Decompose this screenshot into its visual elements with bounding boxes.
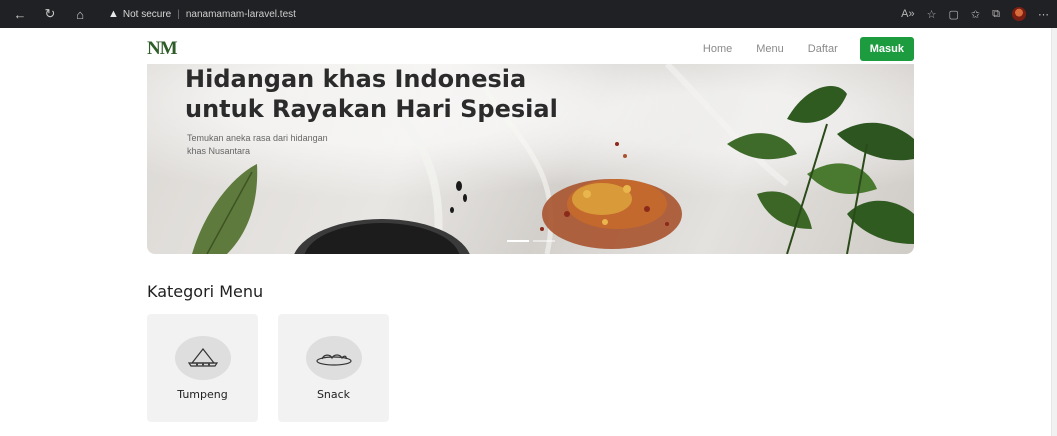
read-aloud-icon[interactable]: A» bbox=[901, 8, 914, 20]
hero-title: Hidangan khas Indonesia untuk Rayakan Ha… bbox=[185, 64, 615, 124]
page-scrollbar[interactable] bbox=[1051, 28, 1057, 436]
tab-icon[interactable]: ▢ bbox=[949, 8, 959, 21]
hero-title-line2: untuk Rayakan Hari Spesial bbox=[185, 95, 558, 123]
nav-menu[interactable]: Menu bbox=[756, 43, 784, 55]
kategori-title: Kategori Menu bbox=[147, 282, 264, 301]
category-label: Tumpeng bbox=[177, 388, 228, 401]
favorites-icon[interactable]: ✩ bbox=[971, 8, 980, 21]
hero-subtitle: Temukan aneka rasa dari hidangan khas Nu… bbox=[187, 132, 387, 158]
more-icon[interactable]: ⋯ bbox=[1038, 8, 1049, 21]
nav-daftar[interactable]: Daftar bbox=[808, 43, 838, 55]
security-label: Not secure bbox=[122, 8, 172, 20]
hero-banner: Hidangan khas Indonesia untuk Rayakan Ha… bbox=[147, 64, 914, 254]
category-card-tumpeng[interactable]: Tumpeng bbox=[147, 314, 258, 422]
carousel-indicator[interactable] bbox=[507, 240, 529, 242]
favorite-add-icon[interactable]: ☆ bbox=[927, 8, 937, 21]
address-bar[interactable]: ▲ Not secure | nanamamam-laravel.test bbox=[108, 4, 296, 24]
category-card-snack[interactable]: Snack bbox=[278, 314, 389, 422]
carousel-indicator[interactable] bbox=[533, 240, 555, 242]
category-label: Snack bbox=[316, 388, 351, 401]
tumpeng-icon bbox=[187, 348, 219, 367]
home-icon[interactable]: ⌂ bbox=[68, 4, 92, 24]
profile-avatar[interactable] bbox=[1012, 7, 1026, 21]
snack-icon bbox=[316, 354, 352, 366]
url-text: nanamamam-laravel.test bbox=[185, 8, 296, 20]
carousel-indicators bbox=[507, 240, 555, 242]
page: NM Home Menu Daftar Masuk Hidangan khas … bbox=[0, 28, 1057, 436]
address-divider: | bbox=[177, 8, 180, 20]
hero-title-line1: Hidangan khas Indonesia bbox=[185, 65, 527, 93]
site-logo[interactable]: NM bbox=[147, 38, 178, 60]
category-icon-circle bbox=[175, 336, 231, 380]
nav-links: Home Menu Daftar Masuk bbox=[679, 37, 914, 61]
hero-subtitle-line2: khas Nusantara bbox=[187, 146, 251, 156]
refresh-icon[interactable]: ↻ bbox=[38, 4, 62, 24]
site-navbar: NM Home Menu Daftar Masuk bbox=[147, 34, 914, 64]
warning-icon: ▲ bbox=[108, 8, 119, 20]
browser-toolbar: ← ↻ ⌂ ▲ Not secure | nanamamam-laravel.t… bbox=[0, 0, 1057, 28]
back-icon[interactable]: ← bbox=[8, 4, 32, 24]
nav-home[interactable]: Home bbox=[703, 43, 732, 55]
collections-icon[interactable]: ⧉ bbox=[992, 8, 1000, 21]
browser-actions: A» ☆ ▢ ✩ ⧉ ⋯ bbox=[901, 7, 1049, 21]
category-icon-circle bbox=[306, 336, 362, 380]
masuk-button[interactable]: Masuk bbox=[859, 37, 914, 61]
hero-subtitle-line1: Temukan aneka rasa dari hidangan bbox=[187, 133, 328, 143]
